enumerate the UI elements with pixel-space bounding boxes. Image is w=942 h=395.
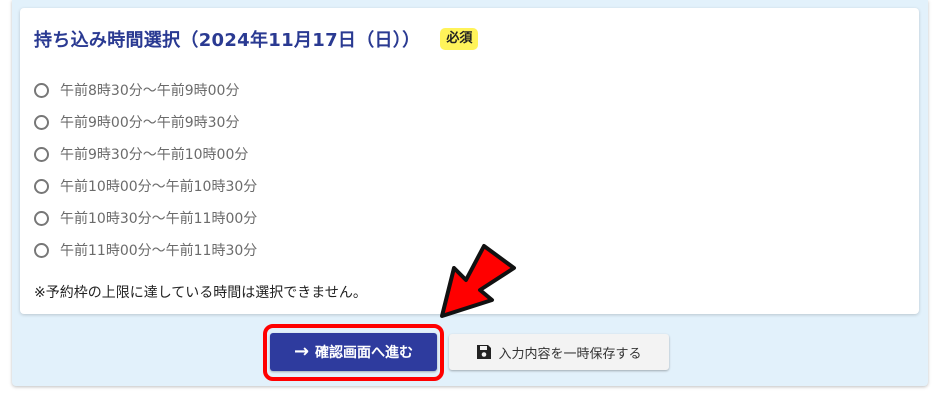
pointer-arrow-icon xyxy=(440,244,516,318)
radio-button[interactable] xyxy=(34,242,49,258)
radio-button[interactable] xyxy=(34,210,49,226)
radio-button[interactable] xyxy=(34,146,49,162)
proceed-button-label: 確認画面へ進む xyxy=(315,345,414,361)
time-slot-label: 午前9時30分～午前10時00分 xyxy=(60,147,249,163)
section-header: 持ち込み時間選択（2024年11月17日（日）） 必須 xyxy=(34,26,479,52)
time-slot-option[interactable]: 午前9時30分～午前10時00分 xyxy=(34,138,257,170)
floppy-disk-icon xyxy=(477,345,492,359)
availability-note: ※予約枠の上限に達している時間は選択できません。 xyxy=(34,285,367,301)
time-slot-option[interactable]: 午前9時00分～午前9時30分 xyxy=(34,106,257,138)
radio-button[interactable] xyxy=(34,82,49,98)
time-slot-label: 午前9時00分～午前9時30分 xyxy=(60,115,240,131)
proceed-to-confirmation-button[interactable]: → 確認画面へ進む xyxy=(270,333,437,371)
time-slot-option[interactable]: 午前10時30分～午前11時00分 xyxy=(34,202,257,234)
time-slot-label: 午前8時30分～午前9時00分 xyxy=(60,83,240,99)
section-title: 持ち込み時間選択（2024年11月17日（日）） xyxy=(34,30,421,51)
time-slot-label: 午前10時00分～午前10時30分 xyxy=(60,179,258,195)
time-slot-option[interactable]: 午前8時30分～午前9時00分 xyxy=(34,74,257,106)
time-slot-label: 午前10時30分～午前11時00分 xyxy=(60,211,258,227)
save-draft-button[interactable]: 入力内容を一時保存する xyxy=(449,334,669,370)
time-slot-option[interactable]: 午前10時00分～午前10時30分 xyxy=(34,170,257,202)
time-slot-option[interactable]: 午前11時00分～午前11時30分 xyxy=(34,234,257,266)
required-badge: 必須 xyxy=(440,28,479,50)
radio-button[interactable] xyxy=(34,178,49,194)
arrow-right-icon: → xyxy=(293,341,310,362)
time-slot-label: 午前11時00分～午前11時30分 xyxy=(60,243,258,259)
radio-button[interactable] xyxy=(34,114,49,130)
save-draft-label: 入力内容を一時保存する xyxy=(498,346,642,362)
time-slot-radio-group: 午前8時30分～午前9時00分 午前9時00分～午前9時30分 午前9時30分～… xyxy=(34,74,257,266)
